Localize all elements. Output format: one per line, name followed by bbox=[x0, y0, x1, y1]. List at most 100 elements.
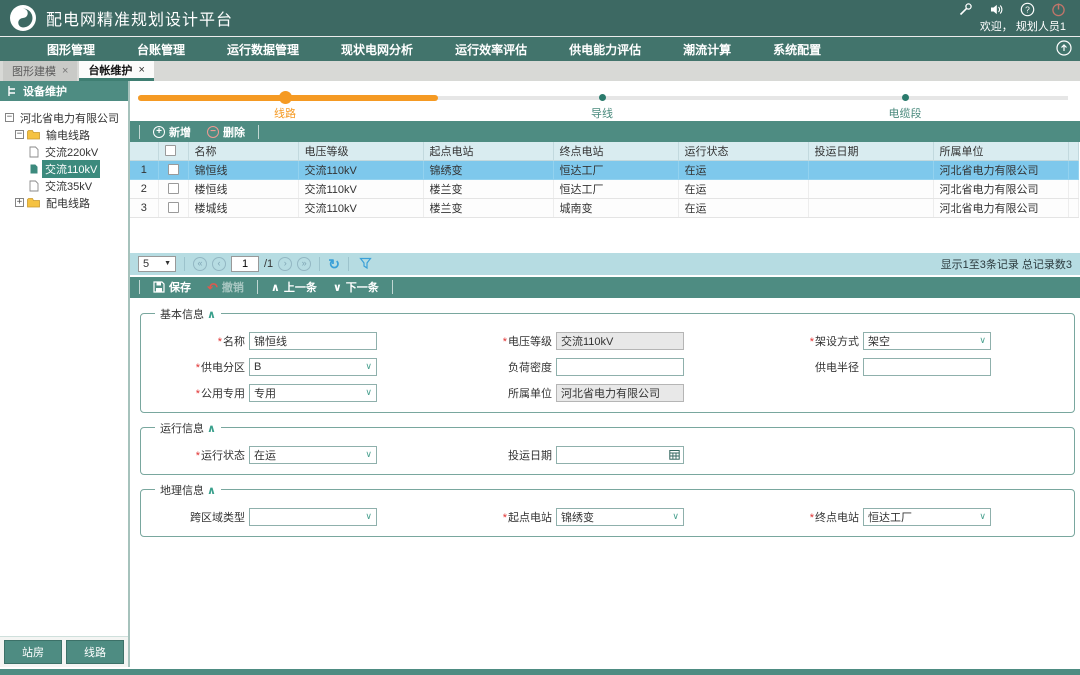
cell-commission-date[interactable] bbox=[808, 198, 933, 217]
operation-info-legend[interactable]: 运行信息∧ bbox=[155, 420, 221, 436]
collapse-icon[interactable]: − bbox=[5, 113, 14, 122]
step-dot-cable-section[interactable] bbox=[902, 94, 909, 101]
menu-item-power-flow[interactable]: 潮流计算 bbox=[662, 37, 752, 62]
tree-node-transmission-lines[interactable]: − 输电线路 bbox=[3, 126, 125, 143]
expand-icon[interactable]: + bbox=[15, 198, 24, 207]
tree-leaf-ac220kv[interactable]: 交流220kV bbox=[3, 143, 125, 160]
row-checkbox[interactable] bbox=[168, 164, 179, 175]
wrench-icon[interactable] bbox=[958, 2, 973, 17]
menu-item-grid-analysis[interactable]: 现状电网分析 bbox=[320, 37, 434, 62]
cell-name[interactable]: 锦恒线 bbox=[188, 160, 298, 179]
tree-leaf-ac110kv[interactable]: 交流110kV bbox=[3, 160, 125, 177]
row-checkbox[interactable] bbox=[168, 183, 179, 194]
power-logout-icon[interactable] bbox=[1051, 2, 1066, 17]
tree-node-distribution-lines[interactable]: + 配电线路 bbox=[3, 194, 125, 211]
select-all-checkbox[interactable] bbox=[165, 145, 176, 156]
cell-start-station[interactable]: 楼兰变 bbox=[423, 198, 553, 217]
cell-org[interactable]: 河北省电力有限公司 bbox=[933, 198, 1068, 217]
menu-item-system-config[interactable]: 系统配置 bbox=[752, 37, 842, 62]
header-end-station[interactable]: 终点电站 bbox=[553, 142, 678, 160]
cell-voltage[interactable]: 交流110kV bbox=[298, 179, 423, 198]
row-checkbox-cell[interactable] bbox=[158, 160, 188, 179]
close-icon[interactable]: × bbox=[138, 64, 144, 76]
add-button[interactable]: + 新增 bbox=[146, 124, 198, 140]
step-label-conductor[interactable]: 导线 bbox=[591, 105, 613, 121]
public-private-select[interactable]: 专用 ∨ bbox=[249, 384, 377, 402]
header-checkbox[interactable] bbox=[158, 142, 188, 160]
page-number-input[interactable] bbox=[231, 256, 259, 272]
cell-status[interactable]: 在运 bbox=[678, 179, 808, 198]
table-row[interactable]: 2 楼恒线 交流110kV 楼兰变 恒达工厂 在运 河北省电力有限公司 bbox=[130, 179, 1078, 198]
line-button[interactable]: 线路 bbox=[66, 640, 124, 664]
cell-end-station[interactable]: 城南变 bbox=[553, 198, 678, 217]
close-icon[interactable]: × bbox=[62, 65, 68, 77]
help-icon[interactable]: ? bbox=[1020, 2, 1035, 17]
cell-status[interactable]: 在运 bbox=[678, 160, 808, 179]
tree-node-label[interactable]: 配电线路 bbox=[43, 194, 93, 212]
tree-leaf-ac35kv[interactable]: 交流35kV bbox=[3, 177, 125, 194]
collapse-section-icon[interactable]: ∧ bbox=[207, 309, 216, 321]
row-checkbox[interactable] bbox=[168, 202, 179, 213]
cell-start-station[interactable]: 楼兰变 bbox=[423, 179, 553, 198]
header-commission-date[interactable]: 投运日期 bbox=[808, 142, 933, 160]
supply-zone-select[interactable]: B ∨ bbox=[249, 358, 377, 376]
cell-commission-date[interactable] bbox=[808, 179, 933, 198]
commission-date-picker[interactable] bbox=[556, 446, 684, 464]
step-dot-conductor[interactable] bbox=[599, 94, 606, 101]
cell-commission-date[interactable] bbox=[808, 160, 933, 179]
basic-info-legend[interactable]: 基本信息∧ bbox=[155, 306, 221, 322]
first-page-button[interactable]: « bbox=[193, 257, 207, 271]
tab-ledger-maintenance[interactable]: 台帐维护 × bbox=[79, 61, 153, 81]
delete-button[interactable]: − 删除 bbox=[200, 124, 252, 140]
header-status[interactable]: 运行状态 bbox=[678, 142, 808, 160]
geo-info-legend[interactable]: 地理信息∧ bbox=[155, 482, 221, 498]
end-station-select[interactable]: 恒达工厂 ∨ bbox=[863, 508, 991, 526]
cell-org[interactable]: 河北省电力有限公司 bbox=[933, 160, 1068, 179]
cross-region-select[interactable]: ∨ bbox=[249, 508, 377, 526]
header-org[interactable]: 所属单位 bbox=[933, 142, 1068, 160]
collapse-icon[interactable]: − bbox=[15, 130, 24, 139]
step-label-cable-section[interactable]: 电缆段 bbox=[889, 105, 922, 121]
tree-node-label[interactable]: 河北省电力有限公司 bbox=[17, 109, 122, 127]
page-size-select[interactable]: 5 ▼ bbox=[138, 256, 176, 272]
header-voltage[interactable]: 电压等级 bbox=[298, 142, 423, 160]
tree-node-label[interactable]: 交流35kV bbox=[42, 177, 95, 195]
filter-icon[interactable] bbox=[357, 257, 374, 270]
menu-item-ledger[interactable]: 台账管理 bbox=[116, 37, 206, 62]
table-row[interactable]: 1 锦恒线 交流110kV 锦绣变 恒达工厂 在运 河北省电力有限公司 bbox=[130, 160, 1078, 179]
tree-node-label[interactable]: 交流110kV bbox=[42, 160, 100, 178]
menu-item-efficiency[interactable]: 运行效率评估 bbox=[434, 37, 548, 62]
cell-end-station[interactable]: 恒达工厂 bbox=[553, 179, 678, 198]
menu-item-graphics[interactable]: 图形管理 bbox=[26, 37, 116, 62]
erection-mode-select[interactable]: 架空 ∨ bbox=[863, 332, 991, 350]
cell-name[interactable]: 楼城线 bbox=[188, 198, 298, 217]
cell-voltage[interactable]: 交流110kV bbox=[298, 160, 423, 179]
step-label-line[interactable]: 线路 bbox=[274, 105, 296, 121]
tree-node-company[interactable]: − 河北省电力有限公司 bbox=[3, 109, 125, 126]
undo-button[interactable]: ↶ 撤销 bbox=[200, 279, 251, 295]
header-start-station[interactable]: 起点电站 bbox=[423, 142, 553, 160]
speaker-icon[interactable] bbox=[989, 2, 1004, 17]
prev-page-button[interactable]: ‹ bbox=[212, 257, 226, 271]
last-page-button[interactable]: » bbox=[297, 257, 311, 271]
row-checkbox-cell[interactable] bbox=[158, 179, 188, 198]
refresh-icon[interactable]: ↻ bbox=[328, 257, 340, 271]
header-name[interactable]: 名称 bbox=[188, 142, 298, 160]
start-station-select[interactable]: 锦绣变 ∨ bbox=[556, 508, 684, 526]
collapse-menu-button[interactable] bbox=[1056, 40, 1072, 59]
cell-start-station[interactable]: 锦绣变 bbox=[423, 160, 553, 179]
cell-name[interactable]: 楼恒线 bbox=[188, 179, 298, 198]
station-house-button[interactable]: 站房 bbox=[4, 640, 62, 664]
table-row[interactable]: 3 楼城线 交流110kV 楼兰变 城南变 在运 河北省电力有限公司 bbox=[130, 198, 1078, 217]
load-density-field[interactable] bbox=[556, 358, 684, 376]
menu-item-operation-data[interactable]: 运行数据管理 bbox=[206, 37, 320, 62]
tree-node-label[interactable]: 交流220kV bbox=[42, 143, 101, 161]
save-button[interactable]: 保存 bbox=[146, 279, 198, 295]
run-status-select[interactable]: 在运 ∨ bbox=[249, 446, 377, 464]
menu-item-supply-capacity[interactable]: 供电能力评估 bbox=[548, 37, 662, 62]
next-page-button[interactable]: › bbox=[278, 257, 292, 271]
name-field[interactable] bbox=[249, 332, 377, 350]
tab-graphic-modeling[interactable]: 图形建模 × bbox=[3, 61, 77, 81]
cell-end-station[interactable]: 恒达工厂 bbox=[553, 160, 678, 179]
supply-radius-field[interactable] bbox=[863, 358, 991, 376]
